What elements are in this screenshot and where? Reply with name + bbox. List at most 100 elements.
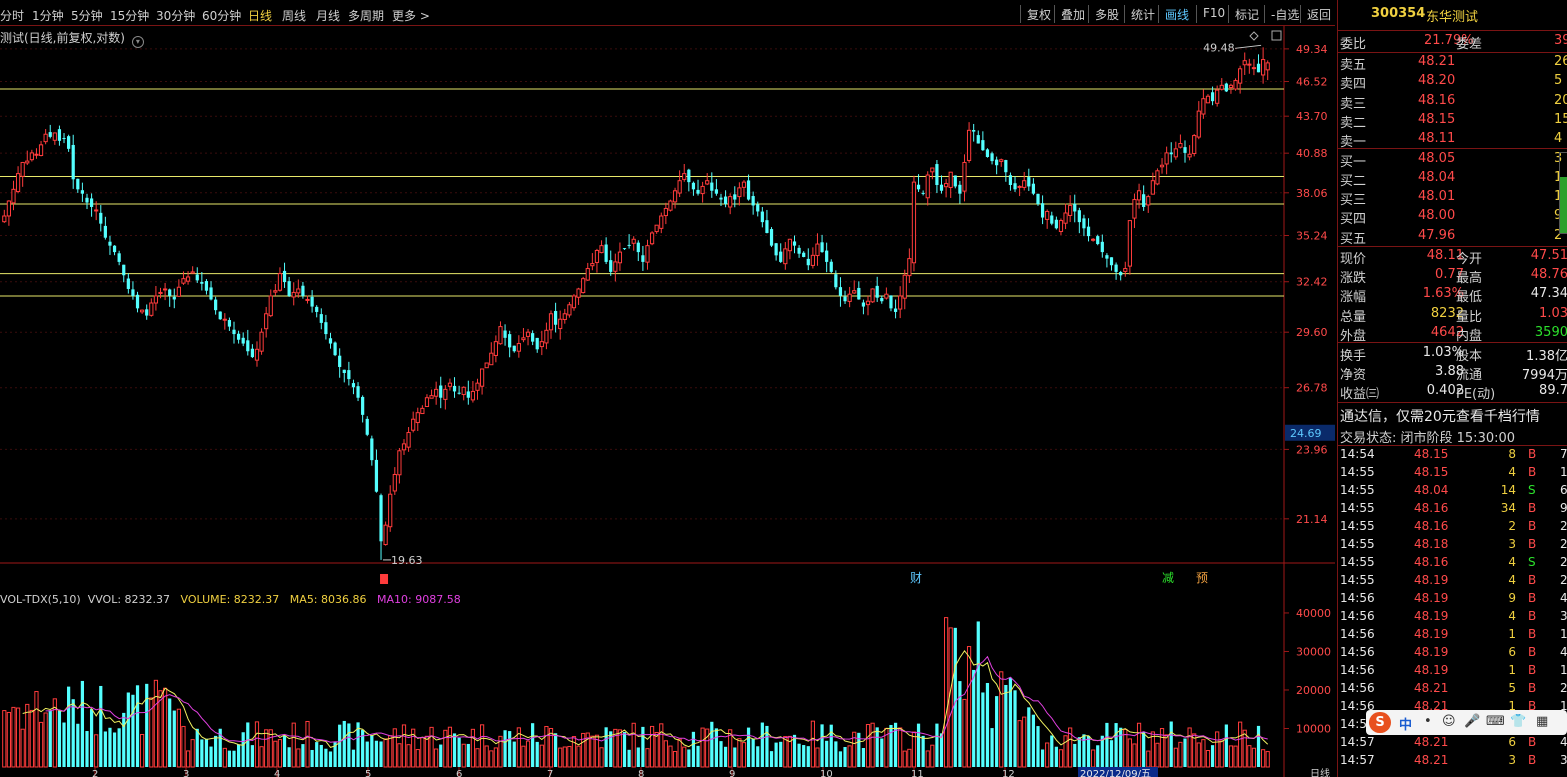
toolbar-button-5[interactable]: F10 xyxy=(1196,5,1231,23)
bid-row[interactable]: 买四48.0090 xyxy=(1338,208,1567,227)
candle-body xyxy=(34,153,39,156)
punctuation-icon[interactable]: • xyxy=(1424,714,1432,729)
promo-banner[interactable]: 通达信，仅需20元查看千档行情 xyxy=(1338,406,1567,425)
bid-row[interactable]: 买二 48.04 1 xyxy=(1338,170,1567,189)
level-label: 卖三 xyxy=(1340,96,1367,112)
keyboard-icon[interactable]: ⌨ xyxy=(1486,714,1505,729)
kline-chart-area[interactable]: 49.34 46.52 43.70 40.88 38.06 35.24 32.42 29.60… xyxy=(0,26,1335,777)
period-toolbar: 分时 1分钟 5分钟 15分钟 30分钟 60分钟 日线 周线 月线 多周期 更多 > 复权 叠加 多股… xyxy=(0,0,1335,26)
candle-body xyxy=(948,171,953,188)
volume-bar xyxy=(659,723,664,768)
candle-body xyxy=(663,207,668,217)
tick-volume: 2 xyxy=(1508,519,1516,533)
volume-bar xyxy=(1036,726,1040,767)
level-price: 48.21 xyxy=(1418,54,1456,69)
candle-body xyxy=(259,331,264,352)
tick-row: 14:55 48.04 14 S 6 xyxy=(1338,483,1567,501)
period-tab-10[interactable]: 更多 > xyxy=(392,7,430,24)
ask-row[interactable]: 卖四 48.20 5 xyxy=(1338,73,1567,92)
commission-row: 委比 21.79% 委差 39 xyxy=(1338,33,1567,52)
bid-row[interactable]: 买五 47.96 2 xyxy=(1338,228,1567,247)
candle-body xyxy=(585,268,590,281)
sogou-logo-icon[interactable]: S xyxy=(1369,712,1391,733)
stat-label: 股本 xyxy=(1456,349,1483,364)
volume-bar xyxy=(1119,727,1123,767)
tick-time: 14:55 xyxy=(1340,519,1375,533)
candle-body xyxy=(1077,210,1081,223)
ime-toolbar[interactable]: S 中 • ☺ 🎤 ⌨ 👕 ▦ xyxy=(1366,710,1567,735)
volume-bar xyxy=(80,680,85,767)
candle-body xyxy=(1183,147,1187,153)
kline-chart[interactable]: 49.34 46.52 43.70 40.88 38.06 35.24 32.42 29.60… xyxy=(0,26,1335,777)
toolbar-button-8[interactable]: 返回 xyxy=(1300,5,1337,23)
volume-bar xyxy=(995,696,999,767)
volume-bar xyxy=(25,703,30,768)
emoji-icon[interactable]: ☺ xyxy=(1442,714,1456,729)
candle-body xyxy=(25,160,30,164)
ime-mode-toggle[interactable]: 中 xyxy=(1399,714,1412,733)
candle-body xyxy=(218,311,222,320)
volume-bar xyxy=(434,748,439,768)
tick-row: 14:56 48.19 9 B 4 xyxy=(1338,591,1567,609)
candle-body xyxy=(374,459,379,492)
candle-body xyxy=(935,164,939,185)
period-tab-7[interactable]: 周线 xyxy=(282,7,306,24)
tick-volume: 5 xyxy=(1508,681,1516,695)
candle-body xyxy=(1261,59,1266,76)
candle-body xyxy=(958,184,962,194)
tick-row: 14:55 48.18 3 B 2 xyxy=(1338,537,1567,555)
candle-body xyxy=(995,159,999,166)
volume-bar xyxy=(222,747,227,768)
toolbar-button-4[interactable]: 画线 xyxy=(1158,5,1195,23)
volume-bar xyxy=(1183,738,1187,767)
tick-price: 48.19 xyxy=(1414,573,1449,587)
candle-body xyxy=(696,189,700,194)
candle-body xyxy=(383,524,388,546)
period-tab-9[interactable]: 多周期 xyxy=(348,7,384,24)
period-tab-0[interactable]: 分时 xyxy=(0,7,24,24)
period-tab-2[interactable]: 5分钟 xyxy=(71,7,103,24)
stat-label: 现价 xyxy=(1340,252,1367,267)
toolbar-button-0[interactable]: 复权 xyxy=(1020,5,1057,23)
ask-row[interactable]: 卖二 48.15 15 xyxy=(1338,112,1567,131)
period-tab-6[interactable]: 日线 xyxy=(248,7,272,24)
volume-bar xyxy=(1210,745,1215,767)
tick-time: 14:55 xyxy=(1340,501,1375,515)
level-volume: 26 xyxy=(1554,54,1567,69)
price-axis-label: 32.42 xyxy=(1296,276,1328,289)
level-label: 买五 xyxy=(1340,231,1367,247)
candle-body xyxy=(149,302,154,316)
bid-row[interactable]: 买三 48.01 1 xyxy=(1338,189,1567,208)
volume-bar xyxy=(769,751,774,767)
tick-price: 48.19 xyxy=(1414,627,1449,641)
volume-bar xyxy=(1192,733,1197,768)
volume-indicator-name[interactable]: VOL-TDX(5,10) xyxy=(0,593,81,606)
bid-row[interactable]: 买一 48.05 3 xyxy=(1338,151,1567,170)
candle-body xyxy=(185,276,191,282)
microphone-icon[interactable]: 🎤 xyxy=(1464,714,1480,729)
chevron-down-icon[interactable]: ▾ xyxy=(131,36,144,48)
volume-bar xyxy=(296,748,301,768)
toolbar-button-1[interactable]: 叠加 xyxy=(1054,5,1091,23)
volume-bar xyxy=(484,745,489,768)
period-tab-1[interactable]: 1分钟 xyxy=(32,7,64,24)
candle-body xyxy=(48,132,52,137)
volume-bar xyxy=(972,669,976,767)
toolbox-icon[interactable]: ▦ xyxy=(1536,714,1548,729)
volume-bar xyxy=(489,750,494,768)
toolbar-button-3[interactable]: 统计 xyxy=(1124,5,1161,23)
toolbar-button-6[interactable]: 标记 xyxy=(1228,5,1265,23)
volume-bar xyxy=(760,722,764,767)
candle-body xyxy=(925,174,930,199)
period-tab-3[interactable]: 15分钟 xyxy=(110,7,149,24)
ma10-value: MA10: 9087.58 xyxy=(377,593,461,606)
volume-bar xyxy=(677,738,682,768)
ask-row[interactable]: 卖三 48.16 20 xyxy=(1338,93,1567,112)
skin-icon[interactable]: 👕 xyxy=(1510,714,1526,729)
toolbar-button-2[interactable]: 多股 xyxy=(1088,5,1125,23)
period-tab-4[interactable]: 30分钟 xyxy=(156,7,195,24)
ask-row[interactable]: 卖五 48.21 26 xyxy=(1338,54,1567,73)
candle-body xyxy=(1036,193,1040,204)
period-tab-8[interactable]: 月线 xyxy=(316,7,340,24)
period-tab-5[interactable]: 60分钟 xyxy=(202,7,241,24)
